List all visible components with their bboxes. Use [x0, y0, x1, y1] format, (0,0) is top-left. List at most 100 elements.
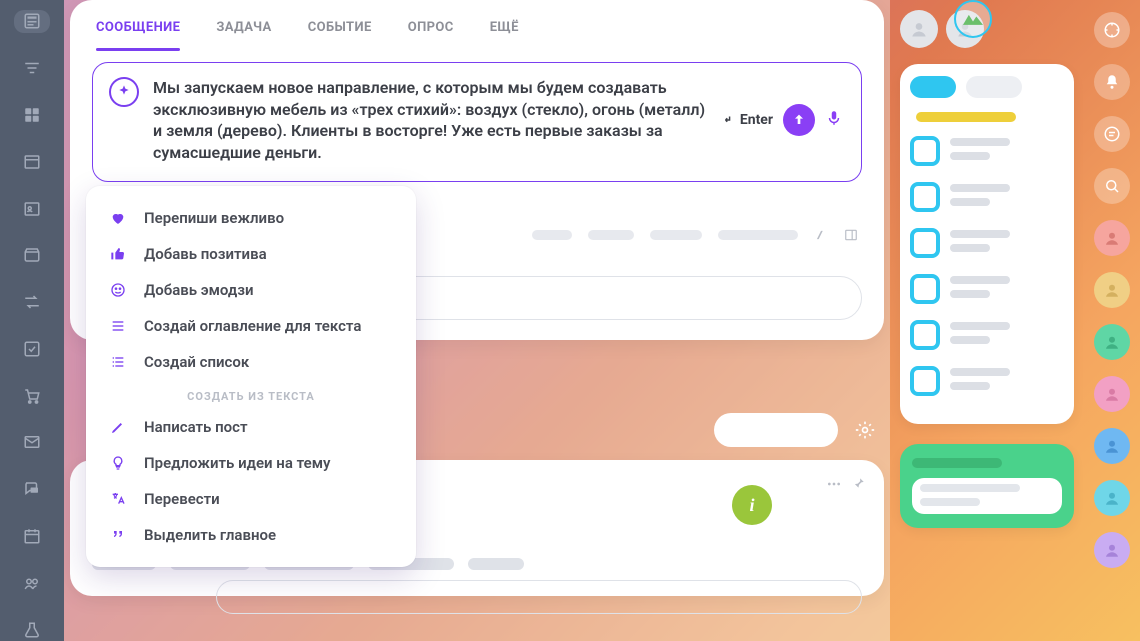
list-item[interactable] — [910, 320, 1064, 350]
ai-item-make-list[interactable]: Создай список — [94, 344, 408, 380]
rail-right-bell-icon[interactable] — [1094, 64, 1130, 100]
rail-calendar-icon[interactable] — [14, 525, 50, 548]
ai-item-label: Создай список — [144, 353, 249, 371]
widget-pill-cyan[interactable] — [910, 76, 956, 98]
right-column — [890, 0, 1084, 641]
ai-item-highlight-main[interactable]: Выделить главное — [94, 517, 408, 553]
translate-icon — [108, 491, 128, 507]
numbered-list-icon — [108, 354, 128, 370]
tab-more[interactable]: ЕЩЁ — [490, 20, 519, 35]
widget-pill-grey[interactable] — [966, 76, 1022, 98]
widget2-label — [912, 458, 1002, 468]
more-icon[interactable] — [826, 476, 842, 492]
rail-right-compass-icon[interactable] — [1094, 12, 1130, 48]
ai-item-label: Предложить идеи на тему — [144, 454, 331, 472]
list-item[interactable] — [910, 366, 1064, 396]
rail-right-user-5[interactable] — [1094, 428, 1130, 464]
rail-lab-icon[interactable] — [14, 618, 50, 641]
widget-list — [910, 136, 1064, 396]
right-avatars — [900, 10, 1074, 48]
rail-right-user-4[interactable] — [1094, 376, 1130, 412]
rail-right-user-3[interactable] — [1094, 324, 1130, 360]
ai-item-label: Перепиши вежливо — [144, 209, 284, 227]
chip-skeleton — [588, 230, 634, 240]
right-widget-1 — [900, 64, 1074, 424]
rail-repeat-icon[interactable] — [14, 291, 50, 314]
workspace-avatar[interactable] — [954, 0, 992, 38]
rail-people-icon[interactable] — [14, 571, 50, 594]
pin-icon[interactable] — [852, 476, 866, 490]
enter-hint: Enter — [722, 112, 773, 128]
tab-message[interactable]: СООБЩЕНИЕ — [96, 20, 180, 35]
feed-comment-input[interactable] — [216, 580, 862, 614]
list-item[interactable] — [910, 136, 1064, 166]
ai-item-add-emoji[interactable]: Добавь эмодзи — [94, 272, 408, 308]
ai-item-add-positive[interactable]: Добавь позитива — [94, 236, 408, 272]
widget-label-yellow — [916, 112, 1016, 122]
feed-card-actions — [826, 476, 866, 492]
rail-apps-icon[interactable] — [14, 104, 50, 127]
ai-item-label: Создай оглавление для текста — [144, 317, 361, 335]
chip-skeleton — [650, 230, 702, 240]
thumb-up-icon — [108, 246, 128, 262]
rail-filter-icon[interactable] — [14, 57, 50, 80]
tab-poll[interactable]: ОПРОС — [408, 20, 454, 35]
widget2-inner — [912, 478, 1062, 514]
message-actions: Enter — [722, 77, 843, 163]
gear-icon[interactable] — [848, 413, 882, 447]
rail-right-search-icon[interactable] — [1094, 168, 1130, 204]
rail-cart-icon[interactable] — [14, 384, 50, 407]
rail-right-user-1[interactable] — [1094, 220, 1130, 256]
main-area: СООБЩЕНИЕ ЗАДАЧА СОБЫТИЕ ОПРОС ЕЩЁ Мы за… — [64, 0, 890, 641]
rail-right-user-2[interactable] — [1094, 272, 1130, 308]
rail-mail-icon[interactable] — [14, 431, 50, 454]
rail-feed-icon[interactable] — [14, 10, 50, 33]
pencil-icon — [108, 419, 128, 435]
list-item[interactable] — [910, 274, 1064, 304]
send-button[interactable] — [783, 104, 815, 136]
list-item[interactable] — [910, 228, 1064, 258]
ai-item-label: Выделить главное — [144, 526, 276, 544]
message-text[interactable]: Мы запускаем новое направление, с которы… — [153, 77, 708, 163]
rail-right-user-6[interactable] — [1094, 480, 1130, 516]
text-style-icon[interactable] — [814, 228, 828, 242]
ai-menu-section-label: СОЗДАТЬ ИЗ ТЕКСТА — [94, 380, 408, 409]
ai-item-write-post[interactable]: Написать пост — [94, 409, 408, 445]
sk — [468, 558, 524, 570]
attach-chips — [532, 228, 858, 242]
chip-skeleton — [718, 230, 798, 240]
ai-item-label: Написать пост — [144, 418, 248, 436]
mic-icon[interactable] — [825, 109, 843, 131]
ai-item-label: Добавь эмодзи — [144, 281, 253, 299]
right-avatar-2[interactable] — [900, 10, 938, 48]
tab-event[interactable]: СОБЫТИЕ — [308, 20, 372, 35]
info-badge[interactable]: i — [732, 485, 772, 525]
ai-item-translate[interactable]: Перевести — [94, 481, 408, 517]
tab-task[interactable]: ЗАДАЧА — [216, 20, 271, 35]
right-widget-2 — [900, 444, 1074, 528]
smile-icon — [108, 282, 128, 298]
widget2-line — [920, 498, 980, 506]
list-icon — [108, 318, 128, 334]
rail-contacts-icon[interactable] — [14, 197, 50, 220]
ai-item-suggest-ideas[interactable]: Предложить идеи на тему — [94, 445, 408, 481]
rail-chat-icon[interactable] — [14, 478, 50, 501]
rail-right-message-icon[interactable] — [1094, 116, 1130, 152]
right-rail — [1084, 0, 1140, 641]
ai-item-label: Добавь позитива — [144, 245, 267, 263]
list-item[interactable] — [910, 182, 1064, 212]
rail-check-icon[interactable] — [14, 337, 50, 360]
quote-icon — [108, 527, 128, 543]
widget2-line — [920, 484, 1020, 492]
ai-item-rewrite-polite[interactable]: Перепиши вежливо — [94, 200, 408, 236]
chip-skeleton — [532, 230, 572, 240]
rail-window-icon[interactable] — [14, 150, 50, 173]
enter-hint-label: Enter — [740, 112, 773, 128]
rail-right-user-7[interactable] — [1094, 532, 1130, 568]
layout-icon[interactable] — [844, 228, 858, 242]
rail-drive-icon[interactable] — [14, 244, 50, 267]
message-box[interactable]: Мы запускаем новое направление, с которы… — [92, 62, 862, 182]
strip-dropdown[interactable] — [714, 413, 838, 447]
ai-badge-icon[interactable] — [109, 77, 139, 107]
ai-item-make-toc[interactable]: Создай оглавление для текста — [94, 308, 408, 344]
